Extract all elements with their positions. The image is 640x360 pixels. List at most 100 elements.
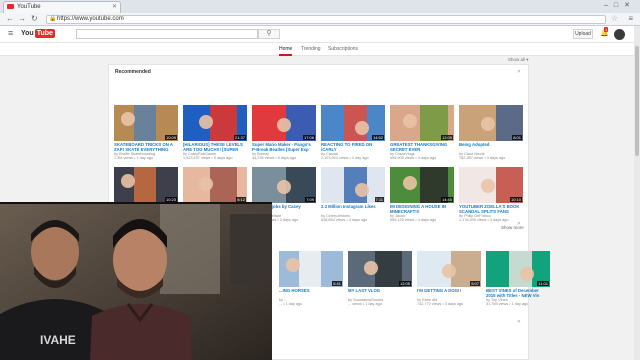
video-card[interactable]: 12:05 MY LAST VLOG by SoonfarmsScores ..… bbox=[348, 251, 412, 307]
video-thumbnail[interactable]: 10:23 bbox=[114, 167, 178, 203]
video-meta: ... • 1 day ago bbox=[279, 302, 303, 306]
video-meta: 648,854 views • 4 days ago bbox=[321, 218, 368, 222]
window-controls[interactable]: –□✕ bbox=[604, 1, 636, 9]
tab-home[interactable]: Home bbox=[279, 46, 293, 56]
video-card[interactable]: 6:41 ...ING HORSES by ... ... • 1 day ag… bbox=[279, 251, 343, 307]
youtube-masthead: ≡ You Tube ⚲ Upload 🔔 1 bbox=[0, 26, 640, 43]
video-thumbnail[interactable]: 12:05 bbox=[348, 251, 412, 287]
video-card[interactable]: 21:37 [HILARIOUS] THESE LEVELS ARE TOO M… bbox=[183, 105, 247, 161]
video-title[interactable]: MY LAST VLOG bbox=[348, 288, 412, 293]
tab-trending[interactable]: Trending bbox=[301, 46, 321, 52]
video-thumbnail[interactable]: 11:01 bbox=[486, 251, 550, 287]
video-title[interactable]: 2.3 Million Instagram Likes bbox=[321, 204, 385, 209]
browser-menu-icon[interactable]: ≡ bbox=[628, 15, 633, 23]
browser-tabstrip: YouTube ✕ –□✕ bbox=[0, 0, 640, 13]
video-duration: 12:05 bbox=[398, 281, 411, 286]
video-duration: 7:09 bbox=[305, 197, 315, 202]
video-thumbnail[interactable]: 17:06 bbox=[252, 105, 316, 141]
address-bar[interactable]: 🔒 https://www.youtube.com bbox=[46, 15, 606, 24]
video-duration: 11:01 bbox=[537, 281, 549, 286]
video-thumbnail[interactable]: 5:07 bbox=[417, 251, 481, 287]
scrollbar[interactable] bbox=[634, 26, 640, 360]
upload-button[interactable]: Upload bbox=[573, 29, 593, 39]
address-text: https://www.youtube.com bbox=[57, 16, 124, 22]
video-card[interactable]: 12:09 GREATEST THANKSGIVING SECRET EVER … bbox=[390, 105, 454, 161]
video-meta: 44,235 views • 8 days ago bbox=[252, 156, 297, 160]
close-tab-icon[interactable]: ✕ bbox=[112, 2, 117, 12]
browser-toolbar: ← → ↻ 🔒 https://www.youtube.com ☆ ≡ bbox=[0, 13, 640, 26]
dismiss-row-icon[interactable]: ✕ bbox=[517, 221, 521, 227]
video-duration: 17:06 bbox=[302, 135, 315, 140]
browser-tab-title: YouTube bbox=[17, 4, 41, 10]
video-card[interactable]: 7:11 2.3 Million Instagram Likes by Cele… bbox=[321, 167, 385, 223]
tab-subscriptions[interactable]: Subscriptions bbox=[328, 46, 358, 52]
recommended-title: Recommended bbox=[115, 69, 151, 75]
browser-tab[interactable]: YouTube ✕ bbox=[3, 1, 121, 13]
video-meta: 1,923,497 views • 5 days ago bbox=[183, 156, 233, 160]
video-thumbnail[interactable]: 14:45 bbox=[390, 167, 454, 203]
video-title[interactable]: ...ING HORSES bbox=[279, 288, 343, 293]
reload-icon[interactable]: ↻ bbox=[31, 15, 38, 23]
video-meta: 496,905 views • 4 days ago bbox=[390, 156, 437, 160]
video-duration: 6:41 bbox=[332, 281, 342, 286]
video-thumbnail[interactable]: 21:37 bbox=[183, 105, 247, 141]
video-duration: 21:37 bbox=[233, 135, 246, 140]
youtube-favicon-icon bbox=[7, 4, 14, 9]
svg-text:IVAHE: IVAHE bbox=[40, 333, 76, 347]
video-meta: 1.3M views • 1 day ago bbox=[114, 156, 154, 160]
video-title[interactable]: Being Adopted bbox=[459, 142, 523, 147]
dismiss-section-icon[interactable]: ✕ bbox=[517, 69, 521, 75]
video-card[interactable]: 14:52 REACTING TO FIRED ON iCARLY by Cas… bbox=[321, 105, 385, 161]
youtube-logo[interactable]: You Tube bbox=[21, 29, 55, 38]
video-meta: 2,123,904 views • 1 day ago bbox=[321, 156, 369, 160]
video-thumbnail[interactable]: 8:01 bbox=[459, 105, 523, 141]
scrollbar-thumb[interactable] bbox=[635, 46, 639, 156]
video-title[interactable]: I'M GETTING A DOG!! bbox=[417, 288, 481, 293]
video-card[interactable]: 14:45 IM DESIGNING A HOUSE IN MINECRAFT!… bbox=[390, 167, 454, 223]
video-duration: 10:09 bbox=[164, 135, 177, 140]
notification-badge: 1 bbox=[604, 27, 609, 32]
search-input[interactable] bbox=[76, 29, 258, 39]
video-duration: 12:09 bbox=[440, 135, 453, 140]
video-duration: 8:01 bbox=[512, 135, 522, 140]
video-thumbnail[interactable]: 14:52 bbox=[321, 105, 385, 141]
video-card[interactable]: 8:01 Being Adopted by Ciara Nicole 782,3… bbox=[459, 105, 523, 161]
video-thumbnail[interactable]: 10:09 bbox=[114, 105, 178, 141]
forward-icon[interactable]: → bbox=[18, 15, 26, 23]
video-duration: 10:10 bbox=[509, 197, 522, 202]
video-meta: 31,765 views • 1 day ago bbox=[486, 302, 529, 306]
video-card[interactable]: 17:06 Super Mario Maker - Pango's P-Brea… bbox=[252, 105, 316, 161]
video-duration: 7:11 bbox=[374, 197, 384, 202]
video-duration: 5:07 bbox=[470, 281, 480, 286]
video-card[interactable]: 10:10 YOUTUBER ZOELLA'S BOOK SCANDAL SPL… bbox=[459, 167, 523, 223]
webcam-scene: IVAHE bbox=[0, 204, 272, 360]
video-thumbnail[interactable]: 6:12 bbox=[183, 167, 247, 203]
bookmark-star-icon[interactable]: ☆ bbox=[611, 15, 618, 23]
video-card[interactable]: 11:01 BEST VINES of December 2015 with T… bbox=[486, 251, 550, 307]
video-meta: 559,126 views • 4 days ago bbox=[390, 218, 437, 222]
video-thumbnail[interactable]: 6:41 bbox=[279, 251, 343, 287]
video-meta: ... views • 1 day ago bbox=[348, 302, 382, 306]
avatar[interactable] bbox=[614, 29, 625, 40]
video-card[interactable]: 10:09 SKATEBOARD TRICKS ON A ZAP! SKATE … bbox=[114, 105, 178, 161]
video-meta: 1,176,939 views • 3 days ago bbox=[459, 218, 509, 222]
video-thumbnail[interactable]: 7:11 bbox=[321, 167, 385, 203]
search-icon: ⚲ bbox=[266, 30, 272, 37]
video-duration: 14:45 bbox=[440, 197, 453, 202]
video-thumbnail[interactable]: 7:09 bbox=[252, 167, 316, 203]
search-button[interactable]: ⚲ bbox=[258, 29, 280, 39]
video-thumbnail[interactable]: 10:10 bbox=[459, 167, 523, 203]
video-card[interactable]: 5:07 I'M GETTING A DOG!! by Kane dId 742… bbox=[417, 251, 481, 307]
logo-tube: Tube bbox=[34, 29, 55, 38]
video-meta: 742,770 views • 3 days ago bbox=[417, 302, 464, 306]
guide-menu-icon[interactable]: ≡ bbox=[8, 29, 13, 38]
video-meta: 782,387 views • 3 days ago bbox=[459, 156, 506, 160]
back-icon[interactable]: ← bbox=[6, 15, 14, 23]
video-thumbnail[interactable]: 12:09 bbox=[390, 105, 454, 141]
webcam-overlay: IVAHE bbox=[0, 202, 272, 360]
logo-you: You bbox=[21, 30, 34, 37]
dismiss-row-icon[interactable]: ✕ bbox=[517, 319, 521, 325]
lock-icon: 🔒 bbox=[49, 16, 57, 22]
video-duration: 14:52 bbox=[371, 135, 384, 140]
show-all-link[interactable]: Show all ▾ bbox=[508, 57, 529, 63]
